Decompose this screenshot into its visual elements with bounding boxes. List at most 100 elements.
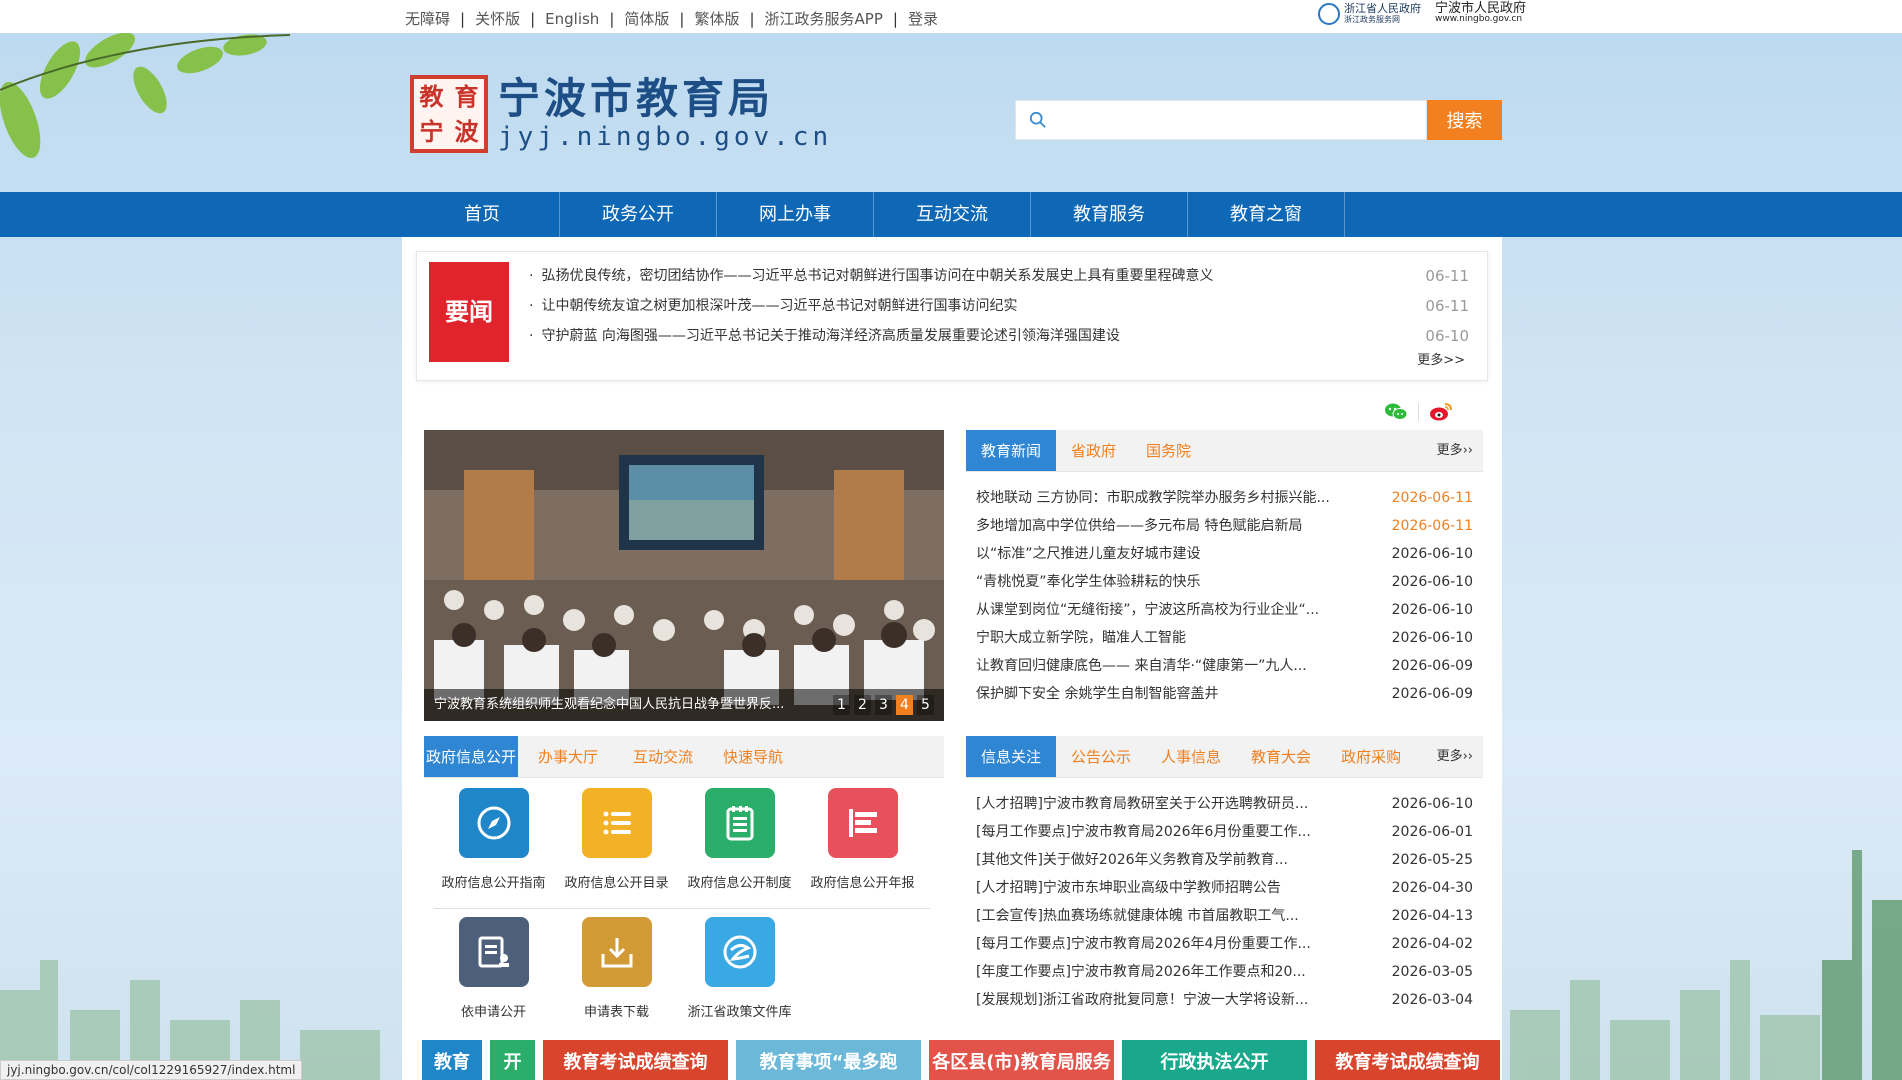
zj-app-link[interactable]: 浙江政务服务APP [765,8,883,29]
login-link[interactable]: 登录 [908,8,938,29]
promo-banner[interactable]: 行政执法公开 [1122,1040,1307,1080]
info-item[interactable]: [人才招聘]宁波市东坤职业高级中学教师招聘公告 2026-04-30 [976,874,1473,902]
info-item[interactable]: [工会宣传]热血赛场练就健康体魄 市首届教职工气... 2026-04-13 [976,902,1473,930]
tab-provincial-gov[interactable]: 省政府 [1056,430,1131,471]
download-tray-icon [581,917,652,987]
simplified-link[interactable]: 简体版 [624,8,669,29]
quick-link-clipboard[interactable]: 政府信息公开制度 [678,788,801,908]
traditional-link[interactable]: 繁体版 [694,8,739,29]
info-more-link[interactable]: 更多›› [1437,736,1473,778]
news-panel: 教育新闻 省政府 国务院 更多›› 校地联动 三方协同：市职成教学院举办服务乡村… [966,430,1483,721]
info-item[interactable]: [发展规划]浙江省政府批复同意！宁波一大学将设新... 2026-03-04 [976,986,1473,1014]
nav-online-service[interactable]: 网上办事 [717,192,874,237]
nav-home[interactable]: 首页 [405,192,560,237]
search-icon [1029,111,1046,128]
site-name: 宁波市教育局 [498,74,775,123]
nav-edu-window[interactable]: 教育之窗 [1188,192,1345,237]
search-button[interactable]: 搜索 [1427,100,1502,140]
headline-more-link[interactable]: 更多>> [1417,349,1465,368]
wechat-icon[interactable] [1384,402,1408,422]
nav-gov-affairs[interactable]: 政务公开 [560,192,717,237]
nav-interaction[interactable]: 互动交流 [874,192,1031,237]
quick-link-report[interactable]: 政府信息公开年报 [801,788,924,908]
tower-decoration [1822,850,1902,1080]
quick-link-apply-form[interactable]: 依申请公开 [432,917,555,1037]
carousel-page-4[interactable]: 4 [896,695,913,715]
zhejiang-gov-logo[interactable]: 浙江省人民政府 浙江政务服务网 [1318,3,1421,25]
carousel-page-1[interactable]: 1 [833,695,850,715]
headline-badge: 要闻 [429,262,509,362]
promo-banner[interactable]: 教育事项“最多跑 [736,1040,921,1080]
carousel-photo [424,430,944,721]
search-input[interactable] [1015,100,1427,140]
photo-carousel[interactable]: 宁波教育系统组织师生观看纪念中国人民抗日战争暨世界反... 1 2 3 4 5 [424,430,944,721]
promo-banner[interactable]: 各区县(市)教育局服务热线 [929,1040,1114,1080]
tab-personnel[interactable]: 人事信息 [1146,736,1236,777]
tab-info-focus[interactable]: 信息关注 [966,736,1057,777]
nav-edu-service[interactable]: 教育服务 [1031,192,1188,237]
search-box: 搜索 [1015,100,1502,140]
news-item[interactable]: 从课堂到岗位“无缝衔接”，宁波这所高校为行业企业“... 2026-06-10 [976,596,1473,624]
news-item[interactable]: 宁职大成立新学院，瞄准人工智能 2026-06-10 [976,624,1473,652]
promo-banner[interactable]: 教育 [422,1040,482,1080]
news-more-link[interactable]: 更多›› [1437,430,1473,472]
tab-edu-conference[interactable]: 教育大会 [1236,736,1326,777]
care-version-link[interactable]: 关怀版 [475,8,520,29]
tab-service-hall[interactable]: 办事大厅 [518,736,618,777]
report-icon [827,788,898,858]
tab-announcements[interactable]: 公告公示 [1056,736,1146,777]
carousel-page-3[interactable]: 3 [875,695,892,715]
news-item[interactable]: 校地联动 三方协同：市职成教学院举办服务乡村振兴能... 2026-06-11 [976,484,1473,512]
social-links [1384,402,1453,422]
weibo-icon[interactable] [1429,402,1453,422]
quick-link-download-tray[interactable]: 申请表下载 [555,917,678,1037]
quick-link-list[interactable]: 政府信息公开目录 [555,788,678,908]
headline-item[interactable]: 让中朝传统友谊之树更加根深叶茂——习近平总书记对朝鲜进行国事访问纪实 06-11 [529,294,1469,324]
icon-grid-row1: 政府信息公开指南 政府信息公开目录 政府信息公开制度 政府信息公开年报 [424,778,944,908]
news-item[interactable]: 保护脚下安全 余姚学生自制智能窨盖井 2026-06-09 [976,680,1473,708]
tab-quick-nav[interactable]: 快速导航 [708,736,798,777]
info-item[interactable]: [其他文件]关于做好2026年义务教育及学前教育... 2026-05-25 [976,846,1473,874]
ningbo-gov-logo[interactable]: 宁波市人民政府 www.ningbo.gov.cn [1435,2,1526,25]
news-item[interactable]: 让教育回归健康底色—— 来自清华·“健康第一”九人... 2026-06-09 [976,652,1473,680]
tab-state-council[interactable]: 国务院 [1131,430,1206,471]
headline-item[interactable]: 守护蔚蓝 向海图强——习近平总书记关于推动海洋经济高质量发展重要论述引领海洋强国… [529,324,1469,354]
news-item[interactable]: 多地增加高中学位供给——多元布局 特色赋能启新局 2026-06-11 [976,512,1473,540]
quick-link-compass[interactable]: 政府信息公开指南 [432,788,555,908]
tab-edu-news[interactable]: 教育新闻 [966,430,1057,471]
info-tabs: 信息关注 公告公示 人事信息 教育大会 政府采购 更多›› [966,736,1483,778]
main-content: 要闻 弘扬优良传统，密切团结协作——习近平总书记对朝鲜进行国事访问在中朝关系发展… [402,237,1502,1080]
news-list: 校地联动 三方协同：市职成教学院举办服务乡村振兴能... 2026-06-11 多地… [966,472,1483,708]
info-item[interactable]: [每月工作要点]宁波市教育局2026年4月份重要工作... 2026-04-02 [976,930,1473,958]
gov-info-tabs: 政府信息公开 办事大厅 互动交流 快速导航 [424,736,944,778]
promo-banner[interactable]: 教育考试成绩查询 [1315,1040,1500,1080]
quick-link-zj-policy[interactable]: 浙江省政策文件库 [678,917,801,1037]
english-link[interactable]: English [545,10,599,28]
leaves-decoration [0,32,290,158]
headline-item[interactable]: 弘扬优良传统，密切团结协作——习近平总书记对朝鲜进行国事访问在中朝关系发展史上具… [529,264,1469,294]
info-list: [人才招聘]宁波市教育局教研室关于公开选聘教研员... 2026-06-10 [每月… [966,778,1483,1014]
carousel-page-2[interactable]: 2 [854,695,871,715]
promo-banner[interactable]: 教育考试成绩查询 [543,1040,728,1080]
info-item[interactable]: [人才招聘]宁波市教育局教研室关于公开选聘教研员... 2026-06-10 [976,790,1473,818]
carousel-page-5[interactable]: 5 [917,695,934,715]
tab-interaction[interactable]: 互动交流 [618,736,708,777]
accessibility-link[interactable]: 无障碍 [405,8,450,29]
tab-gov-info-open[interactable]: 政府信息公开 [424,736,519,777]
zhejiang-emblem-icon [1318,3,1340,25]
gov-logos: 浙江省人民政府 浙江政务服务网 宁波市人民政府 www.ningbo.gov.cn [1318,2,1526,25]
info-item[interactable]: [每月工作要点]宁波市教育局2026年6月份重要工作... 2026-06-01 [976,818,1473,846]
zj-policy-icon [704,917,775,987]
gov-info-panel: 政府信息公开 办事大厅 互动交流 快速导航 政府信息公开指南 政府信息公开目录 政府… [424,736,944,1080]
news-item[interactable]: “青桃悦夏”奉化学生体验耕耘的快乐 2026-06-10 [976,568,1473,596]
icon-grid-row2: 依申请公开 申请表下载 浙江省政策文件库 [424,917,944,1037]
info-item[interactable]: [年度工作要点]宁波市教育局2026年工作要点和20... 2026-03-05 [976,958,1473,986]
tab-procurement[interactable]: 政府采购 [1326,736,1416,777]
site-url: jyj.ningbo.gov.cn [498,122,833,152]
site-logo[interactable]: 教 育 宁 波 宁波市教育局 jyj.ningbo.gov.cn [410,75,832,153]
news-item[interactable]: 以“标准”之尺推进儿童友好城市建设 2026-06-10 [976,540,1473,568]
headline-news: 要闻 弘扬优良传统，密切团结协作——习近平总书记对朝鲜进行国事访问在中朝关系发展… [416,251,1488,381]
promo-banner[interactable]: 开 [490,1040,535,1080]
promo-banners: 教育开教育考试成绩查询教育事项“最多跑各区县(市)教育局服务热线行政执法公开教育… [422,1040,1500,1080]
top-bar: 无障碍 | 关怀版 | English | 简体版 | 繁体版 | 浙江政务服务APP | … [0,0,1902,33]
